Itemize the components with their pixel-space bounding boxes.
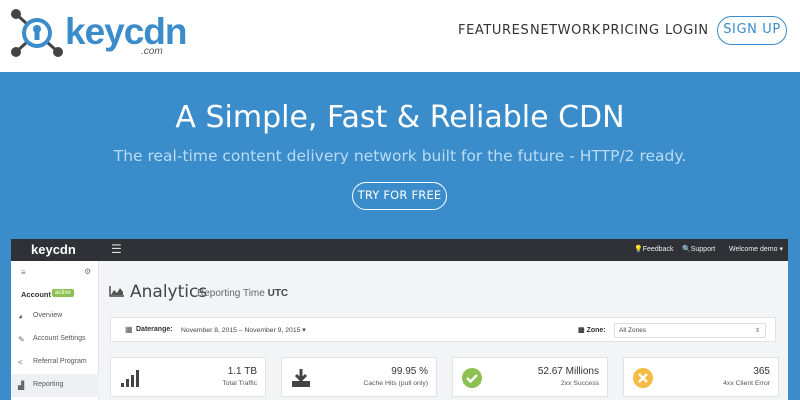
sidebar-item-label: Referral Program xyxy=(33,358,87,365)
sidebar-toggle-icon[interactable]: ≡ xyxy=(21,268,26,277)
stat-value: 52.67 Millions xyxy=(537,366,599,377)
dashboard-topbar: keycdn ☰ 💡Feedback 🔍Support Welcome demo… xyxy=(11,239,788,261)
try-for-free-button[interactable]: TRY FOR FREE xyxy=(352,182,447,210)
download-icon xyxy=(292,369,310,387)
stat-value: 1.1 TB xyxy=(227,366,257,377)
zone-select-value: All Zones xyxy=(619,327,647,334)
status-badge: active xyxy=(52,289,74,297)
dashboard-logo[interactable]: keycdn xyxy=(31,242,76,257)
nav-network[interactable]: NETWORK xyxy=(530,23,601,38)
stat-value: 99.95 % xyxy=(391,366,428,377)
sidebar-item-label: Overview xyxy=(33,312,63,319)
zone-label: ▦ Zone: xyxy=(578,326,606,334)
sidebar-item-reporting[interactable]: ▟ Reporting xyxy=(11,374,99,397)
feedback-label: Feedback xyxy=(642,246,674,253)
area-chart-icon xyxy=(109,286,124,297)
dashboard-sidebar: ≡ ⚙ Account active ◕ Overview ✎ Account … xyxy=(11,261,99,400)
sidebar-item-referral-program[interactable]: < Referral Program xyxy=(11,351,99,374)
nav-features[interactable]: FEATURES xyxy=(458,23,529,38)
signup-button[interactable]: SIGN UP xyxy=(717,16,787,45)
stat-card-2xx-success: 52.67 Millions 2xx Success xyxy=(452,357,608,397)
edit-icon: ✎ xyxy=(18,335,25,344)
account-heading: Account xyxy=(21,290,51,299)
keycdn-logo[interactable]: keycdn .com xyxy=(10,8,188,58)
daterange-picker[interactable]: November 8, 2015 – November 9, 2015 ▾ xyxy=(181,326,306,334)
hero-subtitle: The real-time content delivery network b… xyxy=(113,147,687,165)
dashboard-preview: keycdn ☰ 💡Feedback 🔍Support Welcome demo… xyxy=(11,239,788,400)
support-link[interactable]: 🔍Support xyxy=(682,245,715,253)
overview-icon: ◕ xyxy=(18,312,23,321)
support-label: Support xyxy=(690,246,716,253)
check-circle-icon xyxy=(462,368,482,388)
page-subtitle: Reporting Time UTC xyxy=(197,288,288,299)
share-icon: < xyxy=(18,358,23,367)
bar-chart-icon xyxy=(121,370,139,387)
hamburger-menu-icon[interactable]: ☰ xyxy=(111,242,122,256)
sidebar-item-label: Account Settings xyxy=(33,335,86,342)
grid-icon: ▦ xyxy=(578,327,587,334)
stat-caption: Total Traffic xyxy=(222,380,257,387)
logo-wordmark: keycdn xyxy=(65,11,188,52)
stat-caption: 4xx Client Error xyxy=(723,380,770,387)
reporting-icon: ▟ xyxy=(18,381,25,390)
timezone-label: UTC xyxy=(267,288,289,299)
filter-bar: ▦ Daterange: November 8, 2015 – November… xyxy=(110,317,776,342)
logo-domain: .com xyxy=(141,46,163,57)
keycdn-logo-icon xyxy=(11,9,63,57)
feedback-link[interactable]: 💡Feedback xyxy=(634,245,673,253)
reporting-time-label: Reporting Time xyxy=(197,288,265,299)
sidebar-item-label: Reporting xyxy=(33,381,64,388)
zone-select[interactable]: All Zones ⇕ xyxy=(614,323,766,338)
settings-gear-icon[interactable]: ⚙ xyxy=(84,267,91,276)
nav-pricing[interactable]: PRICING xyxy=(602,23,660,38)
x-circle-icon xyxy=(633,368,653,388)
stat-card-4xx-client-error: 365 4xx Client Error xyxy=(623,357,779,397)
nav-login[interactable]: LOGIN xyxy=(665,23,709,38)
user-menu[interactable]: Welcome demo ▾ xyxy=(729,245,783,253)
sidebar-item-overview[interactable]: ◕ Overview xyxy=(11,305,99,328)
zone-label-text: Zone: xyxy=(586,327,606,334)
select-arrows-icon: ⇕ xyxy=(754,328,760,334)
stat-caption: Cache Hits (pull only) xyxy=(363,380,428,387)
daterange-label: Daterange: xyxy=(136,326,173,333)
stat-card-total-traffic: 1.1 TB Total Traffic xyxy=(110,357,266,397)
stat-value: 365 xyxy=(753,366,770,377)
stat-caption: 2xx Success xyxy=(560,380,599,387)
site-header: keycdn .com FEATURES NETWORK PRICING LOG… xyxy=(0,0,800,72)
hero-title: A Simple, Fast & Reliable CDN xyxy=(175,100,625,135)
stat-card-cache-hits: 99.95 % Cache Hits (pull only) xyxy=(281,357,437,397)
sidebar-item-account-settings[interactable]: ✎ Account Settings xyxy=(11,328,99,351)
calendar-icon: ▦ xyxy=(125,325,133,334)
page-title: Analytics xyxy=(130,282,208,302)
